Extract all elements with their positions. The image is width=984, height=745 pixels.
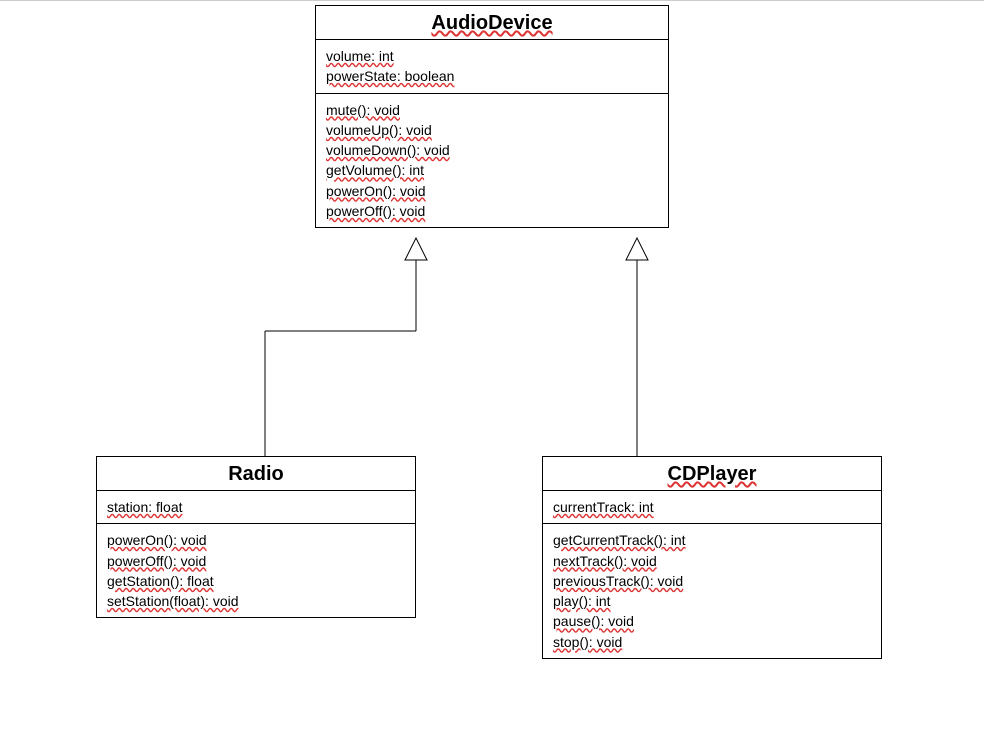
class-radio: Radio station: float powerOn(): void pow…: [96, 456, 416, 618]
attr-row: currentTrack: int: [553, 497, 871, 517]
method-row: previousTrack(): void: [553, 571, 871, 591]
class-attributes: station: float: [97, 491, 415, 524]
diagram-canvas: AudioDevice volume: int powerState: bool…: [0, 0, 984, 745]
attr-row: station: float: [107, 497, 405, 517]
method-row: powerOff(): void: [107, 551, 405, 571]
class-attributes: currentTrack: int: [543, 491, 881, 524]
class-audiodevice: AudioDevice volume: int powerState: bool…: [315, 5, 669, 228]
method-row: powerOn(): void: [326, 181, 658, 201]
attr-row: volume: int: [326, 46, 658, 66]
class-cdplayer: CDPlayer currentTrack: int getCurrentTra…: [542, 456, 882, 659]
method-row: setStation(float): void: [107, 591, 405, 611]
method-row: powerOn(): void: [107, 530, 405, 550]
method-row: nextTrack(): void: [553, 551, 871, 571]
class-title: AudioDevice: [316, 6, 668, 40]
method-row: stop(): void: [553, 632, 871, 652]
method-row: mute(): void: [326, 100, 658, 120]
class-attributes: volume: int powerState: boolean: [316, 40, 668, 94]
class-title: Radio: [97, 457, 415, 491]
method-row: powerOff(): void: [326, 201, 658, 221]
arrowhead-icon: [405, 238, 427, 260]
arrowhead-icon: [626, 238, 648, 260]
class-methods: powerOn(): void powerOff(): void getStat…: [97, 524, 415, 617]
class-methods: getCurrentTrack(): int nextTrack(): void…: [543, 524, 881, 658]
method-row: volumeDown(): void: [326, 140, 658, 160]
method-row: getStation(): float: [107, 571, 405, 591]
attr-row: powerState: boolean: [326, 66, 658, 86]
method-row: getVolume(): int: [326, 160, 658, 180]
method-row: play(): int: [553, 591, 871, 611]
method-row: volumeUp(): void: [326, 120, 658, 140]
method-row: pause(): void: [553, 611, 871, 631]
class-title: CDPlayer: [543, 457, 881, 491]
class-methods: mute(): void volumeUp(): void volumeDown…: [316, 94, 668, 228]
method-row: getCurrentTrack(): int: [553, 530, 871, 550]
